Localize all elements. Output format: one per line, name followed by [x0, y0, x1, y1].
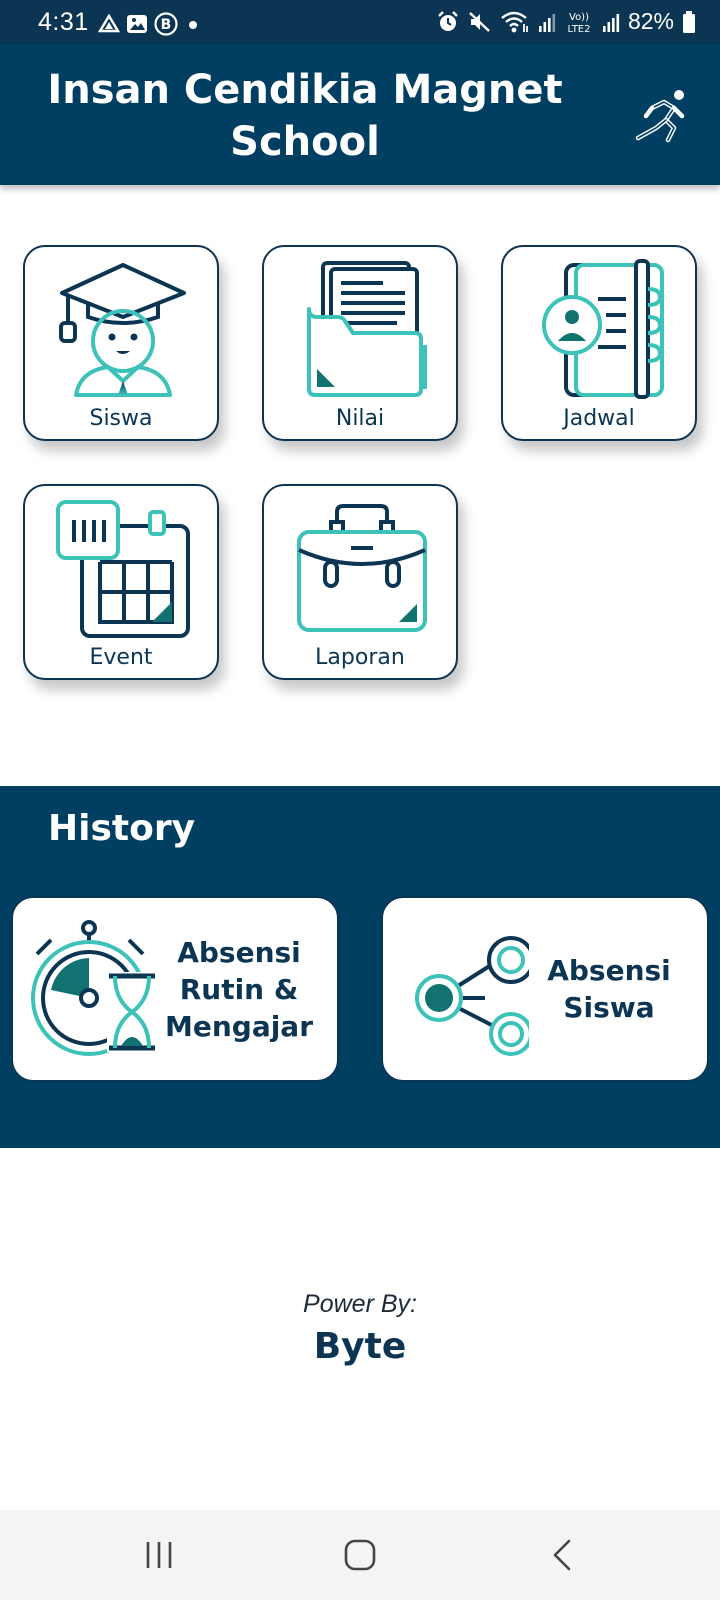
- history-section: History Absensi Rutin & Mengajar Absensi…: [0, 786, 720, 1148]
- home-icon: [344, 1539, 376, 1571]
- recent-apps-button[interactable]: [134, 1530, 184, 1580]
- history-card-absensi-rutin[interactable]: Absensi Rutin & Mengajar: [11, 896, 339, 1082]
- history-card-label: Absensi Siswa: [547, 954, 671, 1024]
- b-badge-icon: B: [154, 12, 178, 36]
- svg-text:Vo)): Vo)): [569, 12, 589, 23]
- tile-label: Event: [89, 645, 153, 670]
- dot-icon: [189, 21, 197, 29]
- recent-apps-icon: [146, 1542, 172, 1568]
- history-card-absensi-siswa[interactable]: Absensi Siswa: [381, 896, 709, 1082]
- tile-label: Jadwal: [563, 406, 635, 431]
- graduate-student-icon: [59, 263, 186, 397]
- briefcase-icon: [297, 504, 427, 632]
- tile-label: Laporan: [315, 645, 405, 670]
- image-icon: [127, 15, 147, 33]
- battery-icon: [683, 10, 695, 33]
- tile-label: Nilai: [335, 406, 385, 431]
- status-time: 4:31: [38, 8, 89, 36]
- svg-text:LTE2: LTE2: [567, 24, 590, 35]
- alarm-icon: [438, 10, 458, 31]
- home-button[interactable]: [335, 1530, 385, 1580]
- schedule-notebook-icon: [542, 259, 664, 399]
- document-folder-icon: [307, 261, 427, 397]
- drive-icon: [98, 13, 120, 33]
- menu-tile-event[interactable]: Event: [23, 484, 219, 680]
- running-man-icon: [635, 90, 685, 143]
- navigation-bar: [0, 1510, 720, 1600]
- logout-button[interactable]: [630, 86, 690, 146]
- menu-tile-nilai[interactable]: Nilai: [262, 245, 458, 441]
- history-card-label: Absensi Rutin & Mengajar: [164, 935, 314, 1043]
- menu-tile-siswa[interactable]: Siswa: [23, 245, 219, 441]
- brand-name: Byte: [313, 1326, 407, 1367]
- menu-tile-laporan[interactable]: Laporan: [262, 484, 458, 680]
- menu-tile-jadwal[interactable]: Jadwal: [501, 245, 697, 441]
- calendar-event-icon: [56, 500, 190, 638]
- history-title: History: [48, 808, 196, 849]
- signal-icon: [538, 13, 556, 32]
- mute-icon: [469, 11, 490, 32]
- back-icon: [553, 1539, 571, 1571]
- status-left-icons: B: [98, 12, 202, 36]
- powered-by-label: Power By:: [303, 1290, 417, 1318]
- back-button[interactable]: [538, 1530, 588, 1580]
- app-header: Insan Cendikia Magnet School: [0, 44, 720, 185]
- stopwatch-hourglass-icon: [31, 920, 157, 1056]
- svg-text:B: B: [161, 17, 172, 33]
- battery-percent: 82%: [627, 8, 674, 34]
- signal-icon: [602, 13, 620, 32]
- page-title: Insan Cendikia Magnet School: [47, 67, 563, 165]
- tile-label: Siswa: [89, 406, 153, 431]
- status-bar: 4:31 B Vo)) LTE2 82%: [0, 0, 720, 44]
- wifi-icon: [501, 11, 528, 32]
- network-nodes-icon: [415, 936, 529, 1056]
- status-right-icons: Vo)) LTE2 82%: [436, 8, 696, 35]
- volte-icon: Vo))LTE2: [567, 12, 590, 35]
